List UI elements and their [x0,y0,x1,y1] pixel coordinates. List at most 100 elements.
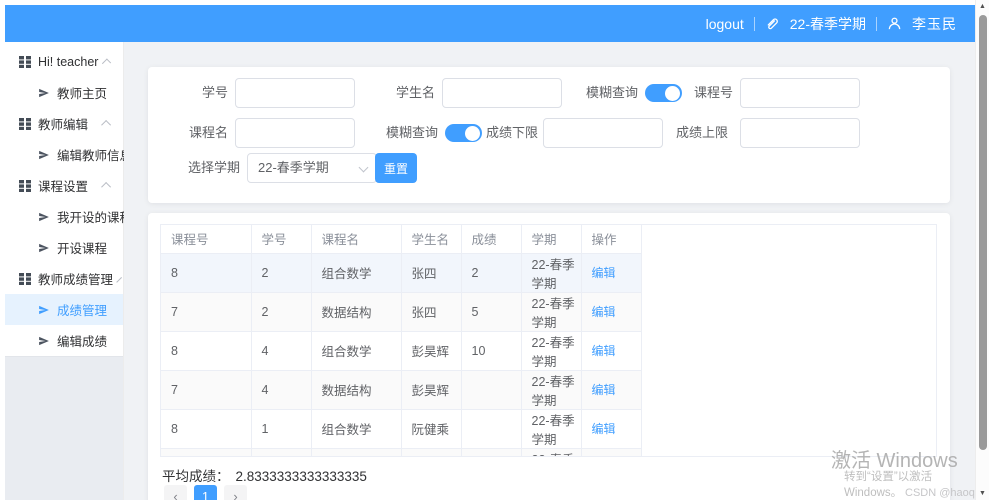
cell: 4 [251,370,312,410]
reset-button[interactable]: 重置 [375,153,417,183]
next-page-button[interactable]: › [224,485,247,500]
cell: 组合数学 [311,409,402,449]
header-semester[interactable]: 22-春季学期 [790,14,866,34]
chevron-up-icon [101,119,112,130]
grades-card: 课程号 学号 课程名 学生名 成绩 学期 操作 8 2 组合数学 张四 2 22… [148,213,950,500]
chevron-up-icon [102,58,112,68]
cell: 组合数学 [311,448,402,456]
scroll-up-arrow-icon[interactable]: ▲ [979,3,986,10]
edit-link[interactable]: 编辑 [592,383,616,397]
edit-link[interactable]: 编辑 [592,422,616,436]
cell: 数据结构 [311,370,402,410]
page-1-button[interactable]: 1 [194,485,217,500]
edit-link[interactable]: 编辑 [592,305,616,319]
col-actions: 操作 [581,225,642,254]
cell [461,409,522,449]
cell: 10 [461,331,522,371]
sidebar-section-course-settings[interactable]: 课程设置 [5,170,123,201]
course-id-label: 课程号 [693,85,733,100]
scroll-down-arrow-icon[interactable]: ▼ [979,490,986,497]
semester-label: 选择学期 [187,160,240,175]
paper-plane-icon [39,336,49,345]
score-max-input[interactable] [740,118,860,148]
edit-link[interactable]: 编辑 [592,266,616,280]
col-student-id: 学号 [251,225,312,254]
cell [461,448,522,456]
cell: 22-春季学期 [521,292,582,332]
cell [461,370,522,410]
cell: 8 [161,448,252,456]
menu-label: 成绩管理 [57,304,108,318]
sidebar-section-hi-teacher[interactable]: Hi! teacher [5,46,123,77]
sidebar-section-grade-management[interactable]: 教师成绩管理 [5,263,123,294]
sidebar-menu: Hi! teacher 教师主页 教师编辑 编辑教师信息 课程设置 我开设的课程… [5,42,132,356]
top-header-bar: logout 22-春季学期 李玉民 [5,5,975,42]
sidebar-section-teacher-edit[interactable]: 教师编辑 [5,108,123,139]
menu-label: 开设课程 [57,242,108,256]
header-username[interactable]: 李玉民 [912,14,957,34]
cell: 4 [251,331,312,371]
cell: 彭昊辉 [401,370,462,410]
paper-plane-icon [39,243,49,252]
course-id-input[interactable] [740,78,860,108]
fuzzy-query-label-1: 模糊查询 [585,85,638,100]
table-row[interactable]: 8 3 组合数学 李四 22-春季学期 编辑 [161,448,642,456]
table-row[interactable]: 8 2 组合数学 张四 2 22-春季学期 编辑 [161,253,642,293]
edit-link[interactable]: 编辑 [592,344,616,358]
menu-label: 我开设的课程 [57,211,133,225]
cell: 组合数学 [311,331,402,371]
score-min-input[interactable] [543,118,663,148]
average-score-value: 2.8333333333333335 [235,469,367,484]
cell: 22-春季学期 [521,253,582,293]
logout-link[interactable]: logout [706,16,744,32]
cell: 22-春季学期 [521,409,582,449]
cell: 李四 [401,448,462,456]
cell: 阮健乘 [401,409,462,449]
sidebar-item-edit-teacher-info[interactable]: 编辑教师信息 [5,139,132,170]
page: logout 22-春季学期 李玉民 Hi! teacher 教师主页 教师编辑… [0,0,989,500]
cell: 1 [251,409,312,449]
pagination: ‹ 1 › [164,485,247,500]
student-id-input[interactable] [235,78,355,108]
table-row[interactable]: 8 1 组合数学 阮健乘 22-春季学期 编辑 [161,409,642,449]
chevron-down-icon [358,162,369,173]
menu-label: 课程设置 [38,180,89,194]
menu-label: 教师成绩管理 [38,273,114,287]
scrollbar[interactable]: ▲ ▼ [975,0,989,500]
scrollbar-thumb[interactable] [979,15,987,450]
paper-plane-icon [39,212,49,221]
student-name-input[interactable] [442,78,562,108]
menu-label: Hi! teacher [38,54,99,69]
col-course-id: 课程号 [161,225,252,254]
grid-icon [19,117,31,130]
average-score-label: 平均成绩： [162,469,230,484]
chevron-up-icon [116,277,122,283]
semester-select-value: 22-春季学期 [258,160,329,175]
sidebar-item-my-courses[interactable]: 我开设的课程 [5,201,132,232]
table-row[interactable]: 8 4 组合数学 彭昊辉 10 22-春季学期 编辑 [161,331,642,371]
user-icon [887,16,902,31]
main-content: 学号 学生名 模糊查询 课程号 课程名 模糊查询 成绩下限 成绩上限 选择学期 [124,42,975,500]
semester-select[interactable]: 22-春季学期 [247,153,377,183]
cell: 2 [251,292,312,332]
course-name-input[interactable] [235,118,355,148]
fuzzy-query-label-2: 模糊查询 [385,125,438,140]
sidebar-item-grade-manage-active[interactable]: 成绩管理 [5,294,123,325]
table-row[interactable]: 7 2 数据结构 张四 5 22-春季学期 编辑 [161,292,642,332]
course-name-label: 课程名 [188,125,228,140]
cell: 22-春季学期 [521,448,582,456]
cell: 22-春季学期 [521,331,582,371]
prev-page-button[interactable]: ‹ [164,485,187,500]
sidebar-item-teacher-home[interactable]: 教师主页 [5,77,123,108]
header-divider [753,16,755,31]
cell: 数据结构 [311,292,402,332]
filter-form: 学号 学生名 模糊查询 课程号 课程名 模糊查询 成绩下限 成绩上限 选择学期 [148,67,950,203]
menu-label: 教师编辑 [38,118,89,132]
table-row[interactable]: 7 4 数据结构 彭昊辉 22-春季学期 编辑 [161,370,642,410]
sidebar-item-edit-grades[interactable]: 编辑成绩 [5,325,123,356]
cell: 5 [461,292,522,332]
sidebar-item-open-course[interactable]: 开设课程 [5,232,123,263]
cell: 2 [461,253,522,293]
col-student-name: 学生名 [401,225,462,254]
col-semester: 学期 [521,225,582,254]
